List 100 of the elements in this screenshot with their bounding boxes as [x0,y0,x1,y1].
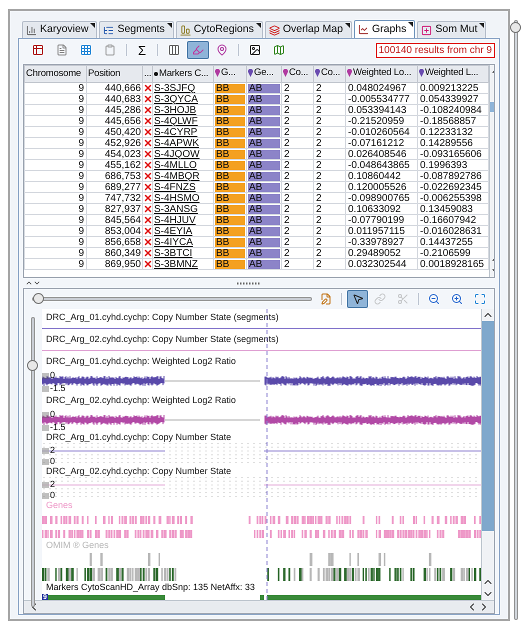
table-cell: 2 [314,94,346,105]
table-cell: 440,666 [86,82,142,94]
axis-tick-label: 0 [50,491,56,500]
table-cell: 9 [24,236,86,248]
genotype-call: AB [248,138,280,148]
column-header[interactable]: Ge... [246,66,282,83]
table-cell: 2 [314,182,346,193]
table-cell: 9 [24,94,86,105]
marker-link[interactable]: S-4FNZS [152,182,214,193]
marker-link[interactable]: S-4IYCA [152,236,214,248]
marker-link[interactable]: S-4QLWF [152,116,214,127]
table-cell: 9 [24,248,86,259]
table-cell: 2 [282,192,314,204]
table-cell: -0.2106599 [418,248,488,259]
table-cell: 0.048024967 [346,82,418,94]
column-header[interactable]: Co... [314,66,346,83]
table-cell: 2 [282,170,314,182]
table-cell: 2 [314,236,346,248]
tab[interactable]: Segments [99,21,174,38]
marker-link[interactable]: S-3BMNZ [152,258,214,270]
marker-link[interactable]: S-4HJUV [152,214,214,226]
genotype-call: AB [248,204,280,214]
table-cell: 2 [314,126,346,138]
table-cell: 9 [24,104,86,116]
track-title: DRC_Arg_02.cyhd.cychp: Copy Number State (segments) [45,334,280,345]
marker-link[interactable]: S-4JQOW [152,148,214,160]
tab[interactable]: Overlap Map [264,21,352,38]
axis-tick-label: 0 [50,371,56,380]
table-cell: 0.1996393 [418,160,488,171]
table-cell: 0.14437255 [418,236,488,248]
column-header[interactable]: G... [214,66,246,83]
genotype-call: BB [215,106,245,115]
table-cell: 0.120005526 [346,182,418,193]
marker-link[interactable]: S-3QYCA [152,94,214,105]
tab[interactable]: Karyoview [22,21,98,38]
marker-link[interactable]: S-3ANSG [152,204,214,215]
table-cell: 0.14289556 [418,138,488,149]
column-header[interactable]: Co... [282,66,314,83]
marker-link[interactable]: S-3HOJB [152,104,214,116]
table-cell: 9 [24,170,86,182]
table-cell: 0.10633092 [346,204,418,215]
table-cell: 9 [24,214,86,226]
tab[interactable]: CytoRegions [176,21,263,38]
column-header[interactable]: Chromosome [24,66,86,83]
marker-link[interactable]: S-4EYIA [152,226,214,237]
marker-link[interactable]: S-4HSMO [152,192,214,204]
track-title: DRC_Arg_01.cyhd.cychp: Weighted Log2 Ratio [45,356,237,367]
marker-link[interactable]: S-3SJFQ [152,82,214,94]
table-cell: 2 [282,182,314,193]
column-header[interactable]: Markers C... [152,66,214,83]
table-cell: 2 [314,214,346,226]
genotype-call: AB [248,194,280,203]
marker-link[interactable]: S-3BTCI [152,248,214,259]
genotype-call: AB [248,216,280,225]
table-cell: 9 [24,82,86,94]
column-header[interactable]: Weighted Lo... [346,66,418,83]
tab[interactable]: Som Mut [417,21,486,38]
table-cell: 2 [314,82,346,94]
marker-link[interactable]: S-4MLLO [152,160,214,171]
table-cell: 9 [24,148,86,160]
table-cell: 2 [282,236,314,248]
genotype-call: BB [215,160,245,170]
table-cell: 689,277 [86,182,142,193]
table-cell: -0.108240984 [418,104,488,116]
genotype-call: BB [215,260,245,269]
column-header[interactable]: Position [86,66,142,83]
table-cell: 440,683 [86,94,142,105]
track-title: DRC_Arg_02.cyhd.cychp: Copy Number State [45,466,232,477]
table-cell: 9 [24,226,86,237]
marker-link[interactable]: S-4APWK [152,138,214,149]
genotype-call: AB [248,116,280,126]
tab[interactable]: Graphs [354,20,416,38]
table-cell: 2 [282,116,314,127]
table-cell: -0.18568857 [418,116,488,127]
table-cell: -0.098900765 [346,192,418,204]
table-cell: 2 [282,126,314,138]
table-cell: 9 [24,192,86,204]
genotype-call: AB [248,248,280,258]
column-header[interactable]: ... [142,66,152,83]
table-cell: -0.048643865 [346,160,418,171]
column-header[interactable]: Weighted L... [418,66,488,83]
table-cell: 2 [282,204,314,215]
table-cell: -0.33978927 [346,236,418,248]
table-cell: 2 [282,94,314,105]
marker-link[interactable]: S-4MBQR [152,170,214,182]
table-cell: 445,286 [86,104,142,116]
table-cell: 0.032302544 [346,258,418,270]
track-title: DRC_Arg_01.cyhd.cychp: Copy Number State [45,432,232,443]
table-cell: 0.0018928165 [418,258,488,270]
table-cell: 2 [314,160,346,171]
table-cell: 2 [282,82,314,94]
marker-link[interactable]: S-4CYRP [152,126,214,138]
table-cell: 0.054339927 [418,94,488,105]
table-cell: 2 [282,148,314,160]
table-cell: -0.093165606 [418,148,488,160]
table-cell: 0.009213225 [418,82,488,94]
table-cell: 845,564 [86,214,142,226]
table-cell: 2 [282,160,314,171]
sum-button[interactable]: Σ [132,41,152,59]
genotype-call: BB [215,172,245,181]
